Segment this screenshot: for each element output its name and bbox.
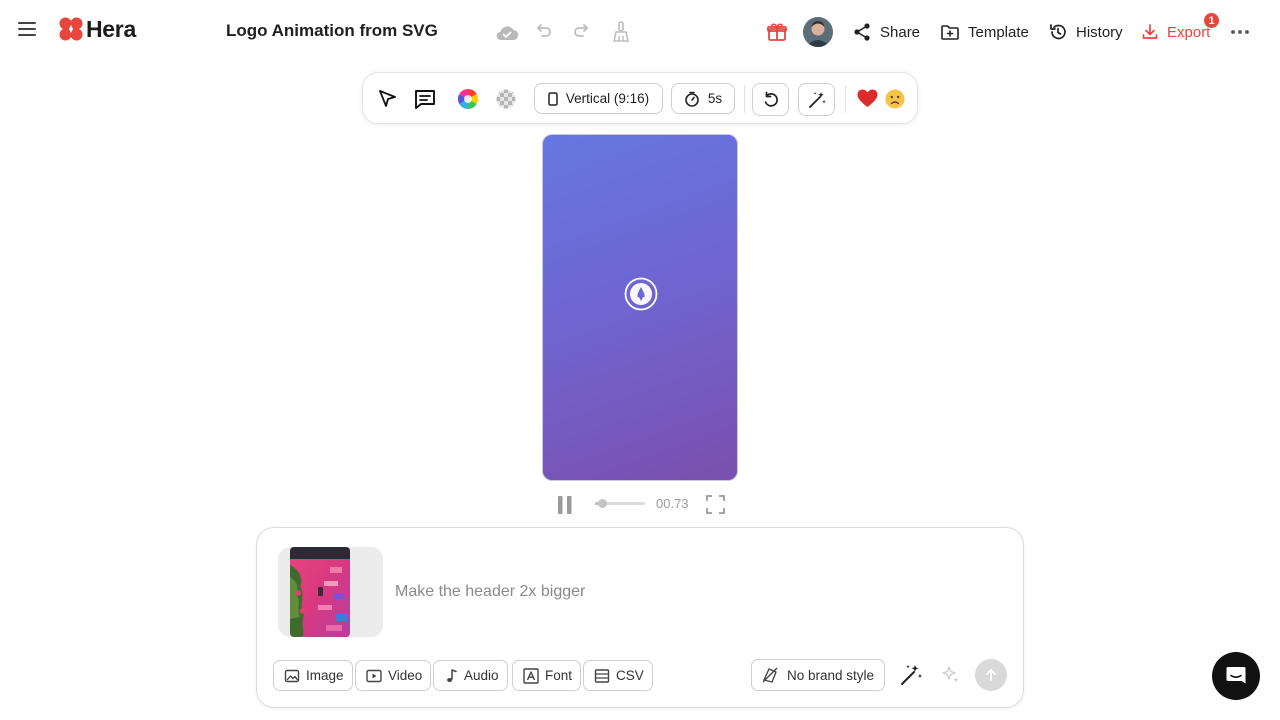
image-icon: [284, 668, 300, 684]
attachment-thumbnail[interactable]: [278, 547, 383, 637]
add-audio-chip[interactable]: Audio: [433, 660, 508, 691]
add-video-chip[interactable]: Video: [355, 660, 432, 691]
clean-brush-icon[interactable]: [610, 20, 636, 46]
export-badge: 1: [1203, 12, 1220, 29]
add-csv-chip[interactable]: CSV: [583, 660, 653, 691]
fullscreen-icon[interactable]: [706, 495, 725, 514]
arrow-up-icon: [984, 668, 998, 682]
brand-style-icon: [761, 666, 779, 684]
seek-slider[interactable]: [595, 499, 645, 508]
toolbar-divider: [845, 85, 846, 113]
video-icon: [366, 668, 382, 684]
canvas-toolbar: Vertical (9:16) 5s: [362, 72, 918, 124]
download-icon: [1141, 23, 1159, 41]
replay-icon: [762, 91, 780, 109]
sparkle-icon[interactable]: [940, 664, 962, 686]
color-wheel-icon[interactable]: [458, 89, 478, 109]
transparency-icon[interactable]: [496, 89, 516, 109]
aspect-ratio-label: Vertical (9:16): [565, 91, 650, 106]
top-bar: Hera Logo Animation from SVG Share Templ…: [0, 0, 1280, 64]
share-button[interactable]: Share: [852, 18, 920, 46]
chip-label: Image: [306, 668, 344, 683]
more-horizontal-icon[interactable]: [1228, 21, 1254, 47]
brand-style-label: No brand style: [787, 667, 875, 683]
chat-bubble-icon: [1224, 664, 1248, 688]
history-label: History: [1076, 23, 1123, 41]
duration-label: 5s: [707, 91, 723, 106]
logo-mark-icon: [624, 277, 658, 311]
brand-name: Hera: [86, 15, 136, 42]
hamburger-icon[interactable]: [16, 18, 40, 40]
template-label: Template: [968, 23, 1029, 41]
cloud-saved-icon[interactable]: [494, 20, 520, 46]
prompt-composer: Image Video Audio Font CSV No brand styl…: [256, 527, 1024, 708]
enhance-prompt-icon[interactable]: [898, 662, 924, 688]
current-time: 00.73: [656, 496, 689, 511]
frown-icon[interactable]: [885, 89, 905, 109]
table-icon: [594, 668, 610, 684]
music-note-icon: [444, 668, 458, 684]
player-controls: 00.73: [555, 492, 730, 516]
folder-add-icon: [940, 22, 960, 42]
toolbar-divider: [744, 85, 745, 113]
share-label: Share: [880, 23, 921, 41]
brand-style-select[interactable]: No brand style: [751, 659, 885, 691]
export-button[interactable]: Export: [1141, 18, 1210, 46]
history-button[interactable]: History: [1048, 18, 1123, 46]
hera-logo-icon: [58, 16, 84, 42]
undo-icon[interactable]: [532, 20, 558, 46]
image-thumbnail: [290, 547, 350, 637]
avatar[interactable]: [803, 17, 833, 47]
stopwatch-icon: [684, 91, 700, 107]
share-icon: [852, 22, 872, 42]
template-button[interactable]: Template: [940, 18, 1029, 46]
chip-label: Font: [545, 668, 573, 683]
magic-button[interactable]: [798, 83, 835, 116]
phone-portrait-icon: [548, 91, 558, 106]
document-title[interactable]: Logo Animation from SVG: [226, 21, 438, 41]
pause-icon[interactable]: [555, 495, 575, 515]
video-preview[interactable]: [542, 134, 738, 481]
redo-icon[interactable]: [571, 20, 597, 46]
replay-button[interactable]: [752, 83, 789, 116]
duration-select[interactable]: 5s: [671, 83, 735, 114]
heart-icon[interactable]: [857, 89, 878, 108]
export-label: Export: [1167, 23, 1211, 41]
chip-label: CSV: [616, 668, 644, 683]
chat-launcher[interactable]: [1212, 652, 1260, 700]
add-font-chip[interactable]: Font: [512, 660, 582, 691]
send-button[interactable]: [975, 659, 1007, 691]
magic-wand-icon: [807, 90, 827, 110]
hera-logo[interactable]: Hera: [58, 14, 136, 44]
add-image-chip[interactable]: Image: [273, 660, 353, 691]
select-cursor-icon[interactable]: [377, 88, 399, 110]
chip-label: Audio: [464, 668, 499, 683]
chip-label: Video: [388, 668, 423, 683]
gift-icon[interactable]: [766, 21, 792, 47]
aspect-ratio-select[interactable]: Vertical (9:16): [534, 83, 663, 114]
history-icon: [1048, 22, 1068, 42]
font-icon: [523, 667, 539, 684]
comment-icon[interactable]: [413, 87, 437, 111]
prompt-input[interactable]: [395, 580, 995, 604]
seek-thumb[interactable]: [597, 499, 607, 508]
